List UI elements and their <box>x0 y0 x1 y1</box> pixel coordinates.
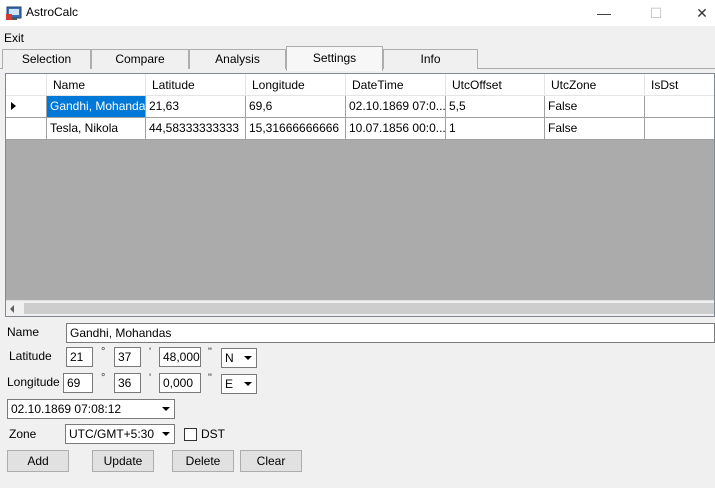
row-header[interactable] <box>6 96 47 118</box>
minimize-button[interactable]: — <box>582 0 626 26</box>
column-header-utcoffset[interactable]: UtcOffset <box>446 74 545 96</box>
column-header-longitude[interactable]: Longitude <box>246 74 346 96</box>
table-cell[interactable]: 1 <box>446 118 545 140</box>
table-cell[interactable]: 10.07.1856 00:0... <box>346 118 446 140</box>
column-header-isdst[interactable]: IsDst <box>645 74 714 96</box>
latitude-direction-value: N <box>225 351 234 365</box>
column-header-latitude[interactable]: Latitude <box>146 74 246 96</box>
close-button[interactable]: ✕ <box>680 0 715 26</box>
name-field[interactable]: Gandhi, Mohandas <box>66 323 715 343</box>
longitude-direction-select[interactable]: E <box>221 374 257 394</box>
grid-body: Name Latitude Longitude DateTime UtcOffs… <box>6 74 714 300</box>
latitude-direction-select[interactable]: N <box>221 348 257 368</box>
tab-settings[interactable]: Settings <box>286 46 383 71</box>
clear-button[interactable]: Clear <box>240 450 302 472</box>
tab-info[interactable]: Info <box>383 49 478 69</box>
latitude-minutes-field[interactable]: 37 <box>114 347 141 367</box>
tab-selection[interactable]: Selection <box>2 49 91 69</box>
menu-exit[interactable]: Exit <box>4 31 24 45</box>
table-cell[interactable] <box>645 118 714 140</box>
longitude-seconds-field[interactable]: 0,000 <box>159 373 201 393</box>
corner-header <box>6 74 47 96</box>
minute-symbol: ' <box>149 346 152 358</box>
scroll-thumb[interactable] <box>24 303 714 314</box>
degree-symbol: ° <box>101 372 106 384</box>
column-header-utczone[interactable]: UtcZone <box>545 74 645 96</box>
table-cell[interactable]: 15,31666666666 <box>246 118 346 140</box>
add-button[interactable]: Add <box>7 450 69 472</box>
latitude-seconds-field[interactable]: 48,000 <box>159 347 201 367</box>
longitude-direction-value: E <box>225 377 234 391</box>
datetime-picker[interactable]: 02.10.1869 07:08:12 <box>7 399 175 419</box>
chevron-down-icon <box>239 375 256 393</box>
chevron-down-icon <box>157 400 174 418</box>
zone-select[interactable]: UTC/GMT+5:30 <box>65 424 175 444</box>
data-grid[interactable]: Name Latitude Longitude DateTime UtcOffs… <box>5 73 715 317</box>
table-cell[interactable]: 5,5 <box>446 96 545 118</box>
degree-symbol: ° <box>101 346 106 358</box>
table-cell[interactable]: 21,63 <box>146 96 246 118</box>
app-icon <box>6 5 22 21</box>
second-symbol: " <box>208 346 212 358</box>
current-row-arrow-icon <box>11 102 16 110</box>
window-title: AstroCalc <box>26 5 79 19</box>
column-header-name[interactable]: Name <box>47 74 146 96</box>
scroll-left-icon[interactable] <box>10 305 14 313</box>
horizontal-scrollbar[interactable] <box>6 300 714 316</box>
table-cell[interactable]: False <box>545 96 645 118</box>
table-cell[interactable]: 02.10.1869 07:0... <box>346 96 446 118</box>
table-cell[interactable]: 69,6 <box>246 96 346 118</box>
row-header[interactable] <box>6 118 47 140</box>
minute-symbol: ' <box>149 372 152 384</box>
longitude-degrees-field[interactable]: 69 <box>63 373 93 393</box>
tab-analysis[interactable]: Analysis <box>189 49 286 69</box>
delete-button[interactable]: Delete <box>172 450 234 472</box>
chevron-down-icon <box>239 349 256 367</box>
table-cell[interactable] <box>645 96 714 118</box>
name-label: Name <box>7 325 40 339</box>
longitude-minutes-field[interactable]: 36 <box>114 373 141 393</box>
tab-compare[interactable]: Compare <box>91 49 189 69</box>
longitude-label: Longitude <box>7 375 60 389</box>
chevron-down-icon <box>157 425 174 443</box>
maximize-button[interactable]: ☐ <box>634 0 678 26</box>
latitude-label: Latitude <box>9 349 52 363</box>
datetime-value: 02.10.1869 07:08:12 <box>11 402 122 416</box>
zone-label: Zone <box>9 427 37 441</box>
column-header-datetime[interactable]: DateTime <box>346 74 446 96</box>
table-cell[interactable]: Gandhi, Mohandas <box>47 96 146 118</box>
table-cell[interactable]: 44,58333333333 <box>146 118 246 140</box>
zone-value: UTC/GMT+5:30 <box>69 427 155 441</box>
latitude-degrees-field[interactable]: 21 <box>66 347 93 367</box>
table-cell[interactable]: False <box>545 118 645 140</box>
table-cell[interactable]: Tesla, Nikola <box>47 118 146 140</box>
dst-label: DST <box>201 427 225 441</box>
second-symbol: " <box>208 372 212 384</box>
menu-bar <box>0 27 715 47</box>
update-button[interactable]: Update <box>92 450 154 472</box>
dst-checkbox[interactable] <box>184 428 197 441</box>
